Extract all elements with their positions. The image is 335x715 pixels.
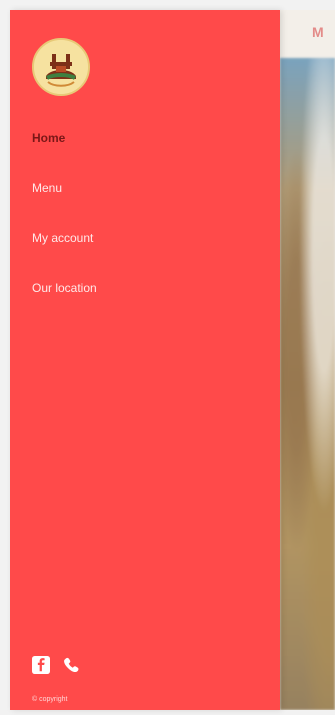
navigation-drawer: Home Menu My account Our location © copy… [10,10,280,710]
background-header: M [280,10,335,58]
nav-item-my-account[interactable]: My account [32,228,252,278]
nav-item-our-location[interactable]: Our location [32,278,252,328]
drawer-menu: Home Menu My account Our location [32,128,252,328]
phone-icon[interactable] [62,656,80,674]
restaurant-logo-icon[interactable] [32,38,90,96]
background-content[interactable]: M [280,10,335,710]
copyright-text: © copyright [32,696,68,703]
nav-item-home[interactable]: Home [32,128,252,178]
background-header-text: M [312,24,325,40]
social-links [32,656,80,674]
nav-item-menu[interactable]: Menu [32,178,252,228]
app-screen: M Home Menu My account Our location © co… [0,0,335,715]
background-food-image [280,58,335,710]
facebook-icon[interactable] [32,656,50,674]
